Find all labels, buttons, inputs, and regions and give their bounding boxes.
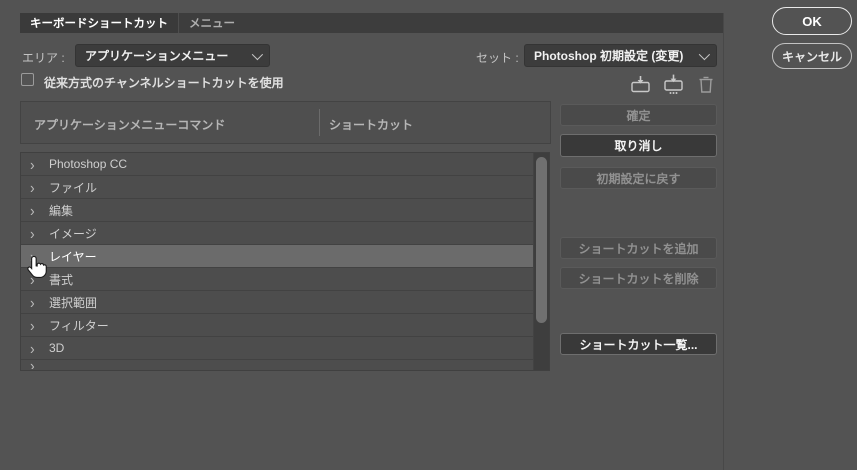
table-row-image[interactable]: › イメージ: [21, 222, 533, 245]
set-select[interactable]: Photoshop 初期設定 (変更): [524, 44, 717, 67]
tab-keyboard-shortcuts[interactable]: キーボードショートカット: [20, 13, 179, 33]
set-toolbar: [628, 73, 718, 95]
table-row-type[interactable]: › 書式: [21, 268, 533, 291]
legacy-shortcuts-checkbox[interactable]: [21, 73, 34, 86]
summarize-shortcuts-button[interactable]: ショートカット一覧...: [560, 333, 717, 355]
chevron-down-icon: [699, 48, 710, 59]
list-rows: › Photoshop CC › ファイル › 編集 › イメージ › レイヤー…: [21, 153, 533, 370]
disclosure-chevron-icon[interactable]: ›: [30, 296, 42, 308]
save-set-as-icon[interactable]: [661, 73, 685, 95]
legacy-shortcuts-label: 従来方式のチャンネルショートカットを使用: [44, 74, 284, 91]
disclosure-chevron-icon[interactable]: ›: [30, 342, 42, 354]
table-row-filter[interactable]: › フィルター: [21, 314, 533, 337]
panel-right-edge: [723, 13, 724, 470]
area-select[interactable]: アプリケーションメニュー: [75, 44, 270, 67]
disclosure-chevron-icon: ›: [30, 360, 42, 369]
table-header: アプリケーションメニューコマンド ショートカット: [20, 101, 551, 144]
table-row-photoshop-cc[interactable]: › Photoshop CC: [21, 153, 533, 176]
table-row-select[interactable]: › 選択範囲: [21, 291, 533, 314]
delete-set-icon[interactable]: [694, 73, 718, 95]
set-select-value: Photoshop 初期設定 (変更): [534, 47, 683, 64]
cancel-button[interactable]: キャンセル: [772, 43, 852, 69]
save-set-icon[interactable]: [628, 73, 652, 95]
add-shortcut-button[interactable]: ショートカットを追加: [560, 237, 717, 259]
use-default-button[interactable]: 初期設定に戻す: [560, 167, 717, 189]
keyboard-shortcuts-dialog: キーボードショートカット メニュー エリア : アプリケーションメニュー セット…: [0, 0, 857, 470]
disclosure-chevron-icon[interactable]: ›: [30, 227, 42, 239]
set-label: セット :: [476, 49, 519, 66]
disclosure-chevron-icon[interactable]: ›: [30, 204, 42, 216]
table-row-edit[interactable]: › 編集: [21, 199, 533, 222]
disclosure-chevron-icon[interactable]: ›: [30, 273, 42, 285]
column-header-shortcut: ショートカット: [329, 116, 413, 133]
column-header-command: アプリケーションメニューコマンド: [34, 116, 225, 133]
area-select-value: アプリケーションメニュー: [85, 47, 228, 64]
disclosure-chevron-icon[interactable]: ›: [30, 181, 42, 193]
area-label: エリア :: [22, 49, 65, 66]
table-row-3d[interactable]: › 3D: [21, 337, 533, 360]
chevron-down-icon: [252, 48, 263, 59]
tab-bar: キーボードショートカット メニュー: [20, 13, 723, 33]
scrollbar-thumb[interactable]: [536, 157, 547, 323]
disclosure-chevron-icon[interactable]: ›: [30, 319, 42, 331]
ok-button[interactable]: OK: [772, 7, 852, 35]
disclosure-chevron-icon[interactable]: ›: [30, 250, 42, 262]
delete-shortcut-button[interactable]: ショートカットを削除: [560, 267, 717, 289]
column-divider: [319, 109, 320, 136]
accept-button[interactable]: 確定: [560, 104, 717, 126]
table-row-partial[interactable]: ›: [21, 360, 533, 369]
undo-button[interactable]: 取り消し: [560, 134, 717, 157]
shortcut-command-list: › Photoshop CC › ファイル › 編集 › イメージ › レイヤー…: [20, 152, 550, 371]
table-row-file[interactable]: › ファイル: [21, 176, 533, 199]
scrollbar-track[interactable]: [533, 153, 549, 370]
table-row-layer[interactable]: › レイヤー: [21, 245, 533, 268]
disclosure-chevron-icon[interactable]: ›: [30, 158, 42, 170]
tab-menus[interactable]: メニュー: [179, 13, 245, 33]
